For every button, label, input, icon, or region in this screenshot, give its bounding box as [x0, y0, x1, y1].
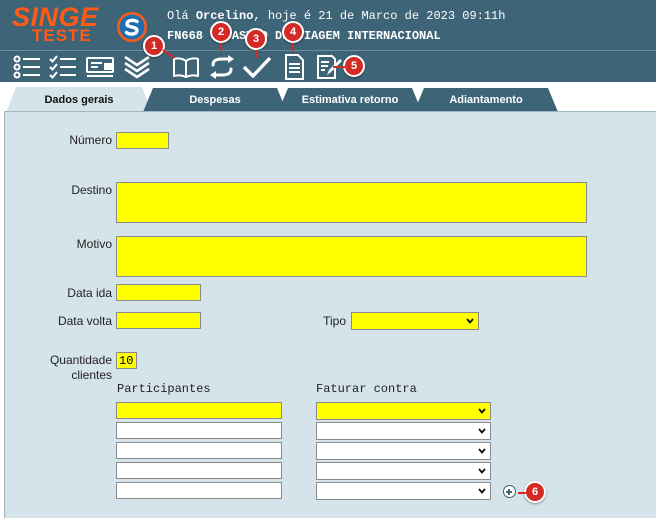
collapse-button[interactable]: [122, 53, 152, 81]
participante-input-4[interactable]: [116, 462, 282, 479]
participante-input-1[interactable]: [116, 402, 282, 419]
add-participant-button[interactable]: [503, 485, 516, 498]
document-button[interactable]: [279, 53, 309, 81]
callout-badge-6: 6: [518, 481, 546, 503]
participante-input-5[interactable]: [116, 482, 282, 499]
data-volta-input[interactable]: [116, 312, 201, 329]
motivo-label: Motivo: [76, 237, 112, 251]
quantidade-input[interactable]: [116, 352, 137, 369]
tipo-select[interactable]: [351, 312, 479, 330]
destino-label: Destino: [71, 183, 112, 197]
destino-textarea[interactable]: [116, 182, 587, 223]
chevrons-down-icon: [124, 55, 150, 79]
tab-estimativa-retorno[interactable]: Estimativa retorno: [278, 88, 422, 112]
logo-teste-text: TESTE: [32, 26, 92, 45]
list-button[interactable]: [12, 53, 42, 81]
chevron-down-icon: [478, 488, 486, 494]
callout-badge-5: 5: [333, 55, 365, 77]
participante-input-3[interactable]: [116, 442, 282, 459]
refresh-button[interactable]: [207, 53, 237, 81]
numero-input[interactable]: [116, 132, 169, 149]
callout-badge-2: 2: [210, 21, 232, 51]
chevron-down-icon: [478, 428, 486, 434]
chevron-down-icon: [478, 468, 486, 474]
chevron-down-icon: [478, 448, 486, 454]
confirm-button[interactable]: [242, 53, 272, 81]
toolbar: [0, 50, 656, 82]
quantidade-label: Quantidade: [49, 353, 112, 367]
tab-adiantamento[interactable]: Adiantamento: [414, 88, 558, 112]
book-icon: [173, 57, 199, 78]
callout-badge-4: 4: [282, 21, 304, 51]
tab-dados-gerais[interactable]: Dados gerais: [6, 87, 152, 113]
document-icon: [285, 54, 304, 80]
faturar-contra-header: Faturar contra: [316, 382, 417, 396]
checklist-button[interactable]: [48, 53, 78, 81]
clientes-label: clientes: [71, 368, 112, 382]
participantes-header: Participantes: [117, 382, 211, 396]
chevron-down-icon: [466, 318, 474, 324]
card-icon: [86, 57, 114, 77]
faturar-select-4[interactable]: [316, 462, 491, 480]
data-volta-label: Data volta: [57, 314, 112, 328]
screen-code: FN668: [167, 29, 204, 43]
check-icon: [242, 56, 272, 78]
faturar-select-1[interactable]: [316, 402, 491, 420]
refresh-icon: [210, 55, 234, 79]
motivo-textarea[interactable]: [116, 236, 587, 277]
callout-badge-3: 3: [245, 28, 267, 58]
tab-despesas[interactable]: Despesas: [143, 88, 287, 112]
faturar-select-3[interactable]: [316, 442, 491, 460]
numero-label: Número: [69, 133, 112, 147]
data-ida-label: Data ida: [67, 286, 112, 300]
chevron-down-icon: [478, 408, 486, 414]
card-button[interactable]: [86, 53, 116, 81]
book-button[interactable]: [171, 53, 201, 81]
tab-bar: Dados gerais Despesas Estimativa retorno…: [0, 82, 656, 112]
faturar-select-2[interactable]: [316, 422, 491, 440]
checklist-icon: [49, 55, 76, 79]
data-ida-input[interactable]: [116, 284, 201, 301]
callout-badge-1: 1: [143, 35, 176, 59]
participante-input-2[interactable]: [116, 422, 282, 439]
list-icon: [13, 55, 40, 79]
tipo-label: Tipo: [323, 314, 346, 328]
singe-logo-icon: [117, 12, 147, 42]
faturar-select-5[interactable]: [316, 482, 491, 500]
app-header: SINGE TESTE Olá Orcelino, hoje é 21 de M…: [0, 0, 656, 50]
